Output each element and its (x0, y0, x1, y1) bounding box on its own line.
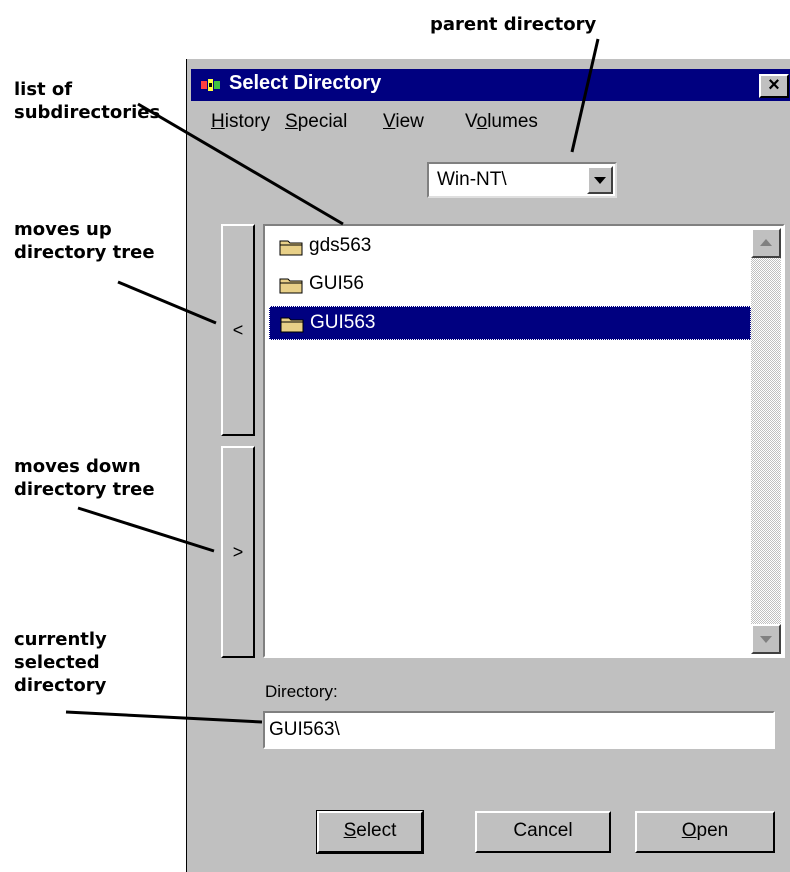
down-directory-button[interactable]: > (221, 446, 255, 658)
list-item[interactable]: gds563 (269, 230, 751, 264)
menu-special[interactable]: Special (285, 111, 347, 133)
up-directory-button[interactable]: < (221, 224, 255, 436)
parent-directory-select[interactable]: Win-NT\ (427, 162, 617, 198)
directory-field[interactable]: GUI563\ (263, 711, 775, 749)
folder-icon (279, 278, 303, 294)
select-button[interactable]: Select (316, 810, 424, 854)
scroll-down-icon (760, 636, 772, 643)
menu-volumes[interactable]: Volumes (465, 111, 538, 133)
dialog-title: Select Directory (229, 72, 382, 94)
annotation-list-of-subdirectories: list of subdirectories (14, 79, 161, 123)
annotation-moves-down: moves down directory tree (14, 456, 155, 500)
list-item-selected[interactable]: GUI563 (269, 306, 751, 340)
cancel-button[interactable]: Cancel (475, 811, 611, 853)
directory-label: Directory: (265, 682, 338, 701)
parent-directory-value: Win-NT\ (437, 169, 507, 190)
subdirectory-list[interactable]: gds563 GUI56 GUI563 (263, 224, 785, 658)
list-item[interactable]: GUI56 (269, 268, 751, 302)
annotation-currently-selected: currently selected directory (14, 629, 107, 696)
open-button[interactable]: Open (635, 811, 775, 853)
scroll-up-button[interactable] (751, 228, 781, 258)
chevron-left-icon: < (232, 320, 244, 340)
annotation-parent-directory: parent directory (430, 14, 597, 35)
scroll-up-icon (760, 239, 772, 246)
title-bar: Select Directory × (191, 69, 790, 101)
annotation-moves-up: moves up directory tree (14, 219, 155, 263)
chevron-down-icon (594, 177, 606, 184)
app-icon (201, 79, 220, 91)
dropdown-arrow-button[interactable] (587, 166, 613, 194)
scroll-down-button[interactable] (751, 624, 781, 654)
menu-view[interactable]: View (383, 111, 424, 133)
menu-history[interactable]: History (211, 111, 270, 133)
vertical-scrollbar[interactable] (751, 228, 781, 654)
chevron-right-icon: > (232, 542, 244, 562)
folder-icon (280, 317, 304, 333)
select-directory-dialog: Select Directory × History Special View … (186, 59, 790, 872)
folder-icon (279, 240, 303, 256)
close-button[interactable]: × (759, 74, 789, 98)
